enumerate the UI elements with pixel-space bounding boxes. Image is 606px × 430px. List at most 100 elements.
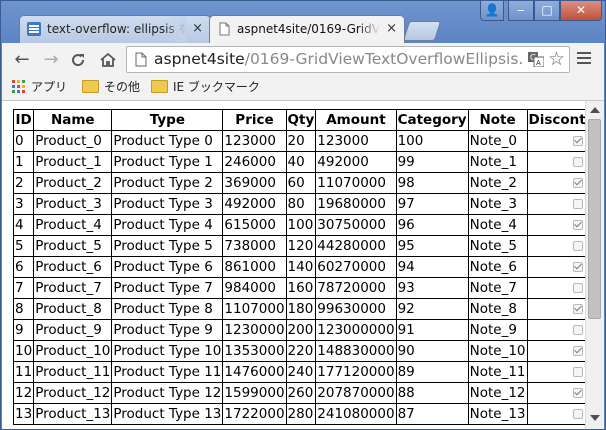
tab-title: aspnet4site/0169-GridVi — [237, 16, 380, 42]
cell-amount: 492000 — [315, 151, 397, 173]
cell-amount: 123000 — [315, 130, 397, 152]
cell-name: Product_0 — [33, 130, 113, 152]
reload-icon — [72, 54, 85, 67]
discontinued-checkbox — [573, 304, 584, 314]
translate-icon[interactable]: G A — [528, 52, 544, 67]
vertical-scrollbar[interactable] — [585, 101, 604, 429]
cell-name: Product_4 — [33, 214, 113, 236]
scroll-down-icon[interactable] — [590, 415, 600, 421]
cell-note: Note_3 — [467, 193, 528, 215]
cell-category: 98 — [395, 172, 469, 194]
cell-type: Product Type 11 — [111, 361, 224, 383]
column-header: Note — [467, 109, 528, 131]
bookmark-label: IE ブックマーク — [173, 80, 260, 94]
column-header: Discontinued — [526, 109, 585, 131]
cell-price: 1353000 — [222, 340, 287, 362]
cell-name: Product_13 — [33, 403, 113, 425]
cell-discontinued — [526, 151, 585, 173]
column-header: Name — [33, 109, 113, 131]
cell-type: Product Type 2 — [111, 172, 224, 194]
cell-discontinued — [526, 235, 585, 257]
cell-category: 96 — [395, 214, 469, 236]
address-bar[interactable]: aspnet4site/0169-GridViewTextOverflowEll… — [126, 46, 570, 73]
cell-discontinued — [526, 256, 585, 278]
cell-name: Product_7 — [33, 277, 113, 299]
cell-discontinued — [526, 319, 585, 341]
cell-qty: 120 — [285, 235, 317, 257]
cell-id: 5 — [12, 235, 35, 257]
url-path: /0169-GridViewTextOverflowEllipsis. — [244, 50, 524, 68]
column-header: Qty — [285, 109, 317, 131]
bookmark-apps[interactable]: アプリ — [12, 77, 67, 99]
cell-amount: 44280000 — [315, 235, 397, 257]
apps-grid-icon — [12, 79, 26, 94]
cell-id: 9 — [12, 319, 35, 341]
column-header: ID — [12, 109, 35, 131]
forward-button[interactable]: → — [39, 48, 63, 72]
gridview-table: ID Name Type Price Qty Amount Category Note Disc… — [12, 109, 585, 425]
back-button[interactable]: ← — [10, 48, 34, 72]
discontinued-checkbox — [573, 220, 584, 230]
cell-category: 95 — [395, 235, 469, 257]
cell-type: Product Type 10 — [111, 340, 224, 362]
cell-type: Product Type 3 — [111, 193, 224, 215]
user-icon[interactable]: 👤 — [480, 1, 504, 21]
cell-name: Product_5 — [33, 235, 113, 257]
table-row: 4 Product_4 Product Type 4 615000 100 3075000… — [12, 214, 585, 236]
cell-type: Product Type 4 — [111, 214, 224, 236]
cell-category: 97 — [395, 193, 469, 215]
cell-discontinued — [526, 298, 585, 320]
cell-id: 4 — [12, 214, 35, 236]
reload-button[interactable] — [66, 48, 90, 72]
url-text[interactable]: aspnet4site/0169-GridViewTextOverflowEll… — [154, 47, 526, 72]
cell-note: Note_8 — [467, 298, 528, 320]
tab-close-icon[interactable]: × — [386, 16, 397, 42]
tab-text-overflow[interactable]: text-overflow: ellipsis を × — [19, 15, 211, 43]
new-tab-button[interactable] — [402, 21, 442, 41]
cell-qty: 80 — [285, 193, 317, 215]
cell-type: Product Type 5 — [111, 235, 224, 257]
cell-name: Product_2 — [33, 172, 113, 194]
bookmark-star-icon[interactable]: ☆ — [548, 48, 565, 70]
maximize-button[interactable]: □ — [534, 1, 560, 21]
table-row: 1 Product_1 Product Type 1 246000 40 492000 99… — [12, 151, 585, 173]
column-header: Type — [111, 109, 224, 131]
minimize-button[interactable]: ‒ — [508, 1, 534, 21]
cell-price: 615000 — [222, 214, 287, 236]
cell-category: 93 — [395, 277, 469, 299]
discontinued-checkbox — [573, 136, 584, 146]
bookmark-folder-ie[interactable]: IE ブックマーク — [151, 77, 260, 99]
home-button[interactable] — [96, 48, 120, 72]
bookmark-folder-other[interactable]: その他 — [82, 77, 140, 99]
cell-discontinued — [526, 361, 585, 383]
cell-price: 1476000 — [222, 361, 287, 383]
cell-amount: 99630000 — [315, 298, 397, 320]
table-row: 3 Product_3 Product Type 3 492000 80 19680000… — [12, 193, 585, 215]
cell-qty: 220 — [285, 340, 317, 362]
tab-close-icon[interactable]: × — [192, 16, 203, 42]
scroll-thumb[interactable] — [588, 119, 601, 319]
tab-gridview[interactable]: aspnet4site/0169-GridVi × — [209, 15, 405, 43]
cell-category: 89 — [395, 361, 469, 383]
cell-note: Note_13 — [467, 403, 528, 425]
cell-amount: 11070000 — [315, 172, 397, 194]
cell-discontinued — [526, 403, 585, 425]
discontinued-checkbox — [573, 157, 584, 167]
browser-window: text-overflow: ellipsis を × aspnet4site/… — [0, 0, 606, 430]
cell-name: Product_9 — [33, 319, 113, 341]
cell-qty: 140 — [285, 256, 317, 278]
discontinued-checkbox — [573, 367, 584, 377]
cell-note: Note_11 — [467, 361, 528, 383]
cell-qty: 200 — [285, 319, 317, 341]
cell-category: 87 — [395, 403, 469, 425]
table-row: 10 Product_10 Product Type 10 1353000 220 148… — [12, 340, 585, 362]
scroll-up-icon[interactable] — [590, 107, 600, 113]
cell-name: Product_12 — [33, 382, 113, 404]
cell-amount: 207870000 — [315, 382, 397, 404]
discontinued-checkbox — [573, 346, 584, 356]
cell-category: 90 — [395, 340, 469, 362]
url-host: aspnet4site — [154, 50, 245, 68]
table-row: 6 Product_6 Product Type 6 861000 140 6027000… — [12, 256, 585, 278]
close-window-button[interactable]: ✕ — [560, 1, 602, 21]
chrome-menu-icon[interactable] — [577, 52, 591, 68]
